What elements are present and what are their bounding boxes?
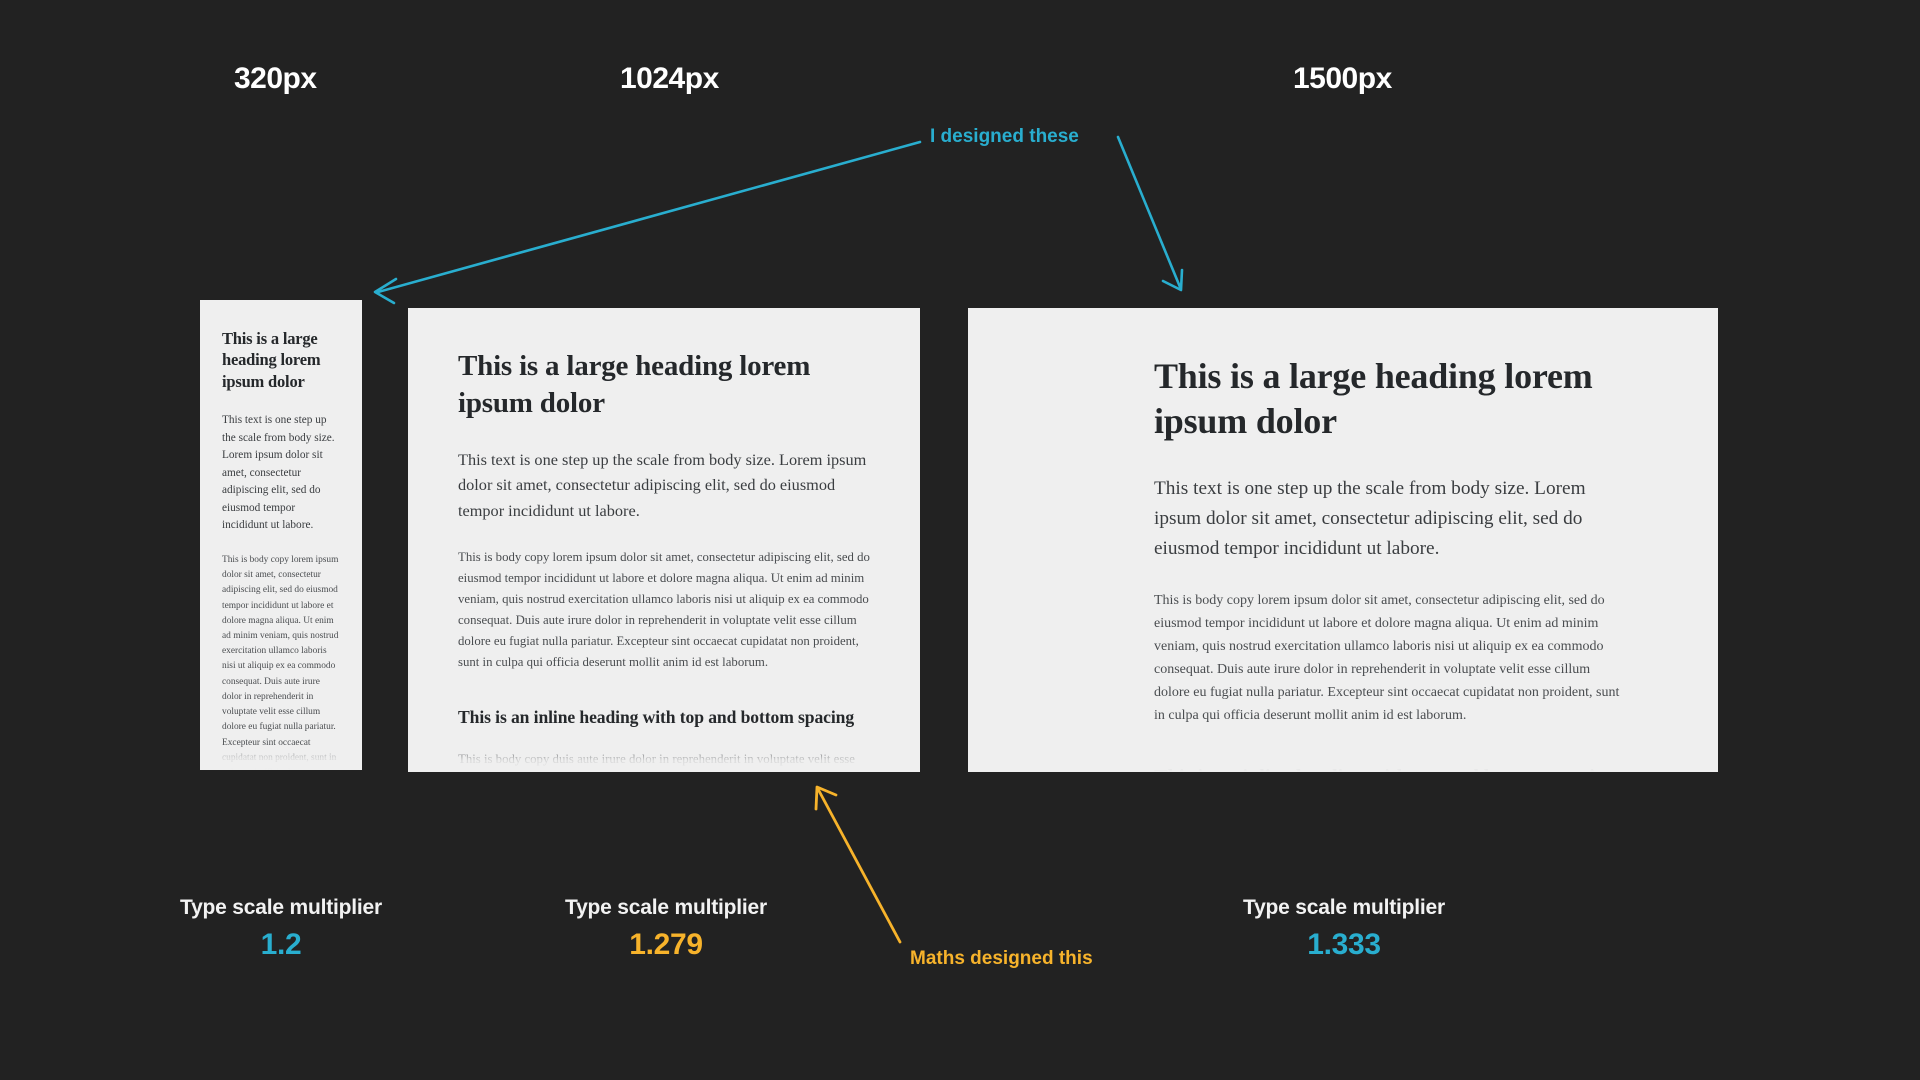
card-320-content: This is a large heading lorem ipsum dolo… <box>200 300 362 770</box>
annotation-i-designed-these: I designed these <box>930 126 1079 147</box>
card-1024-inline-heading: This is an inline heading with top and b… <box>458 707 855 728</box>
card-1500-inline-heading: This is an inline heading with top and b… <box>1154 764 1620 772</box>
card-1500-content: This is a large heading lorem ipsum dolo… <box>968 308 1718 772</box>
width-label-320: 320px <box>234 62 317 95</box>
arrow-designed-right <box>1116 135 1184 292</box>
card-1500-body-paragraph: This is body copy lorem ipsum dolor sit … <box>1154 593 1620 724</box>
preview-card-1024[interactable]: This is a large heading lorem ipsum dolo… <box>408 308 920 772</box>
card-1024-body-paragraph: This is body copy lorem ipsum dolor sit … <box>458 550 870 669</box>
card-1024-body-paragraph-2: This is body copy duis aute irure dolor … <box>458 751 855 766</box>
footer-multiplier-1500: Type scale multiplier 1.333 <box>1144 896 1544 962</box>
annotation-maths-designed-this: Maths designed this <box>910 948 1093 969</box>
arrow-designed-left <box>373 140 922 305</box>
footer-1500-value: 1.333 <box>1307 928 1381 961</box>
card-1024-lead-paragraph: This text is one step up the scale from … <box>458 450 867 520</box>
preview-card-1500[interactable]: This is a large heading lorem ipsum dolo… <box>968 308 1718 772</box>
width-label-1500: 1500px <box>1293 62 1392 95</box>
footer-multiplier-320: Type scale multiplier 1.2 <box>81 896 481 962</box>
footer-multiplier-1024: Type scale multiplier 1.279 <box>466 896 866 962</box>
card-320-heading: This is a large heading lorem ipsum dolo… <box>222 329 321 391</box>
card-1500-lead-paragraph: This text is one step up the scale from … <box>1154 478 1586 560</box>
card-1024-heading: This is a large heading lorem ipsum dolo… <box>458 350 811 419</box>
card-1024-content: This is a large heading lorem ipsum dolo… <box>408 308 920 772</box>
footer-320-title: Type scale multiplier <box>180 896 382 919</box>
footer-320-value: 1.2 <box>260 928 302 961</box>
footer-1024-title: Type scale multiplier <box>565 896 767 919</box>
preview-card-320[interactable]: This is a large heading lorem ipsum dolo… <box>200 300 362 770</box>
canvas: 320px 1024px 1500px I designed these Mat… <box>0 0 1920 1080</box>
card-320-lead-paragraph: This text is one step up the scale from … <box>222 414 335 532</box>
width-label-1024: 1024px <box>620 62 719 95</box>
footer-1024-value: 1.279 <box>629 928 703 961</box>
card-320-body-paragraph: This is body copy lorem ipsum dolor sit … <box>222 554 339 770</box>
footer-1500-title: Type scale multiplier <box>1243 896 1445 919</box>
card-1500-heading: This is a large heading lorem ipsum dolo… <box>1154 356 1593 441</box>
